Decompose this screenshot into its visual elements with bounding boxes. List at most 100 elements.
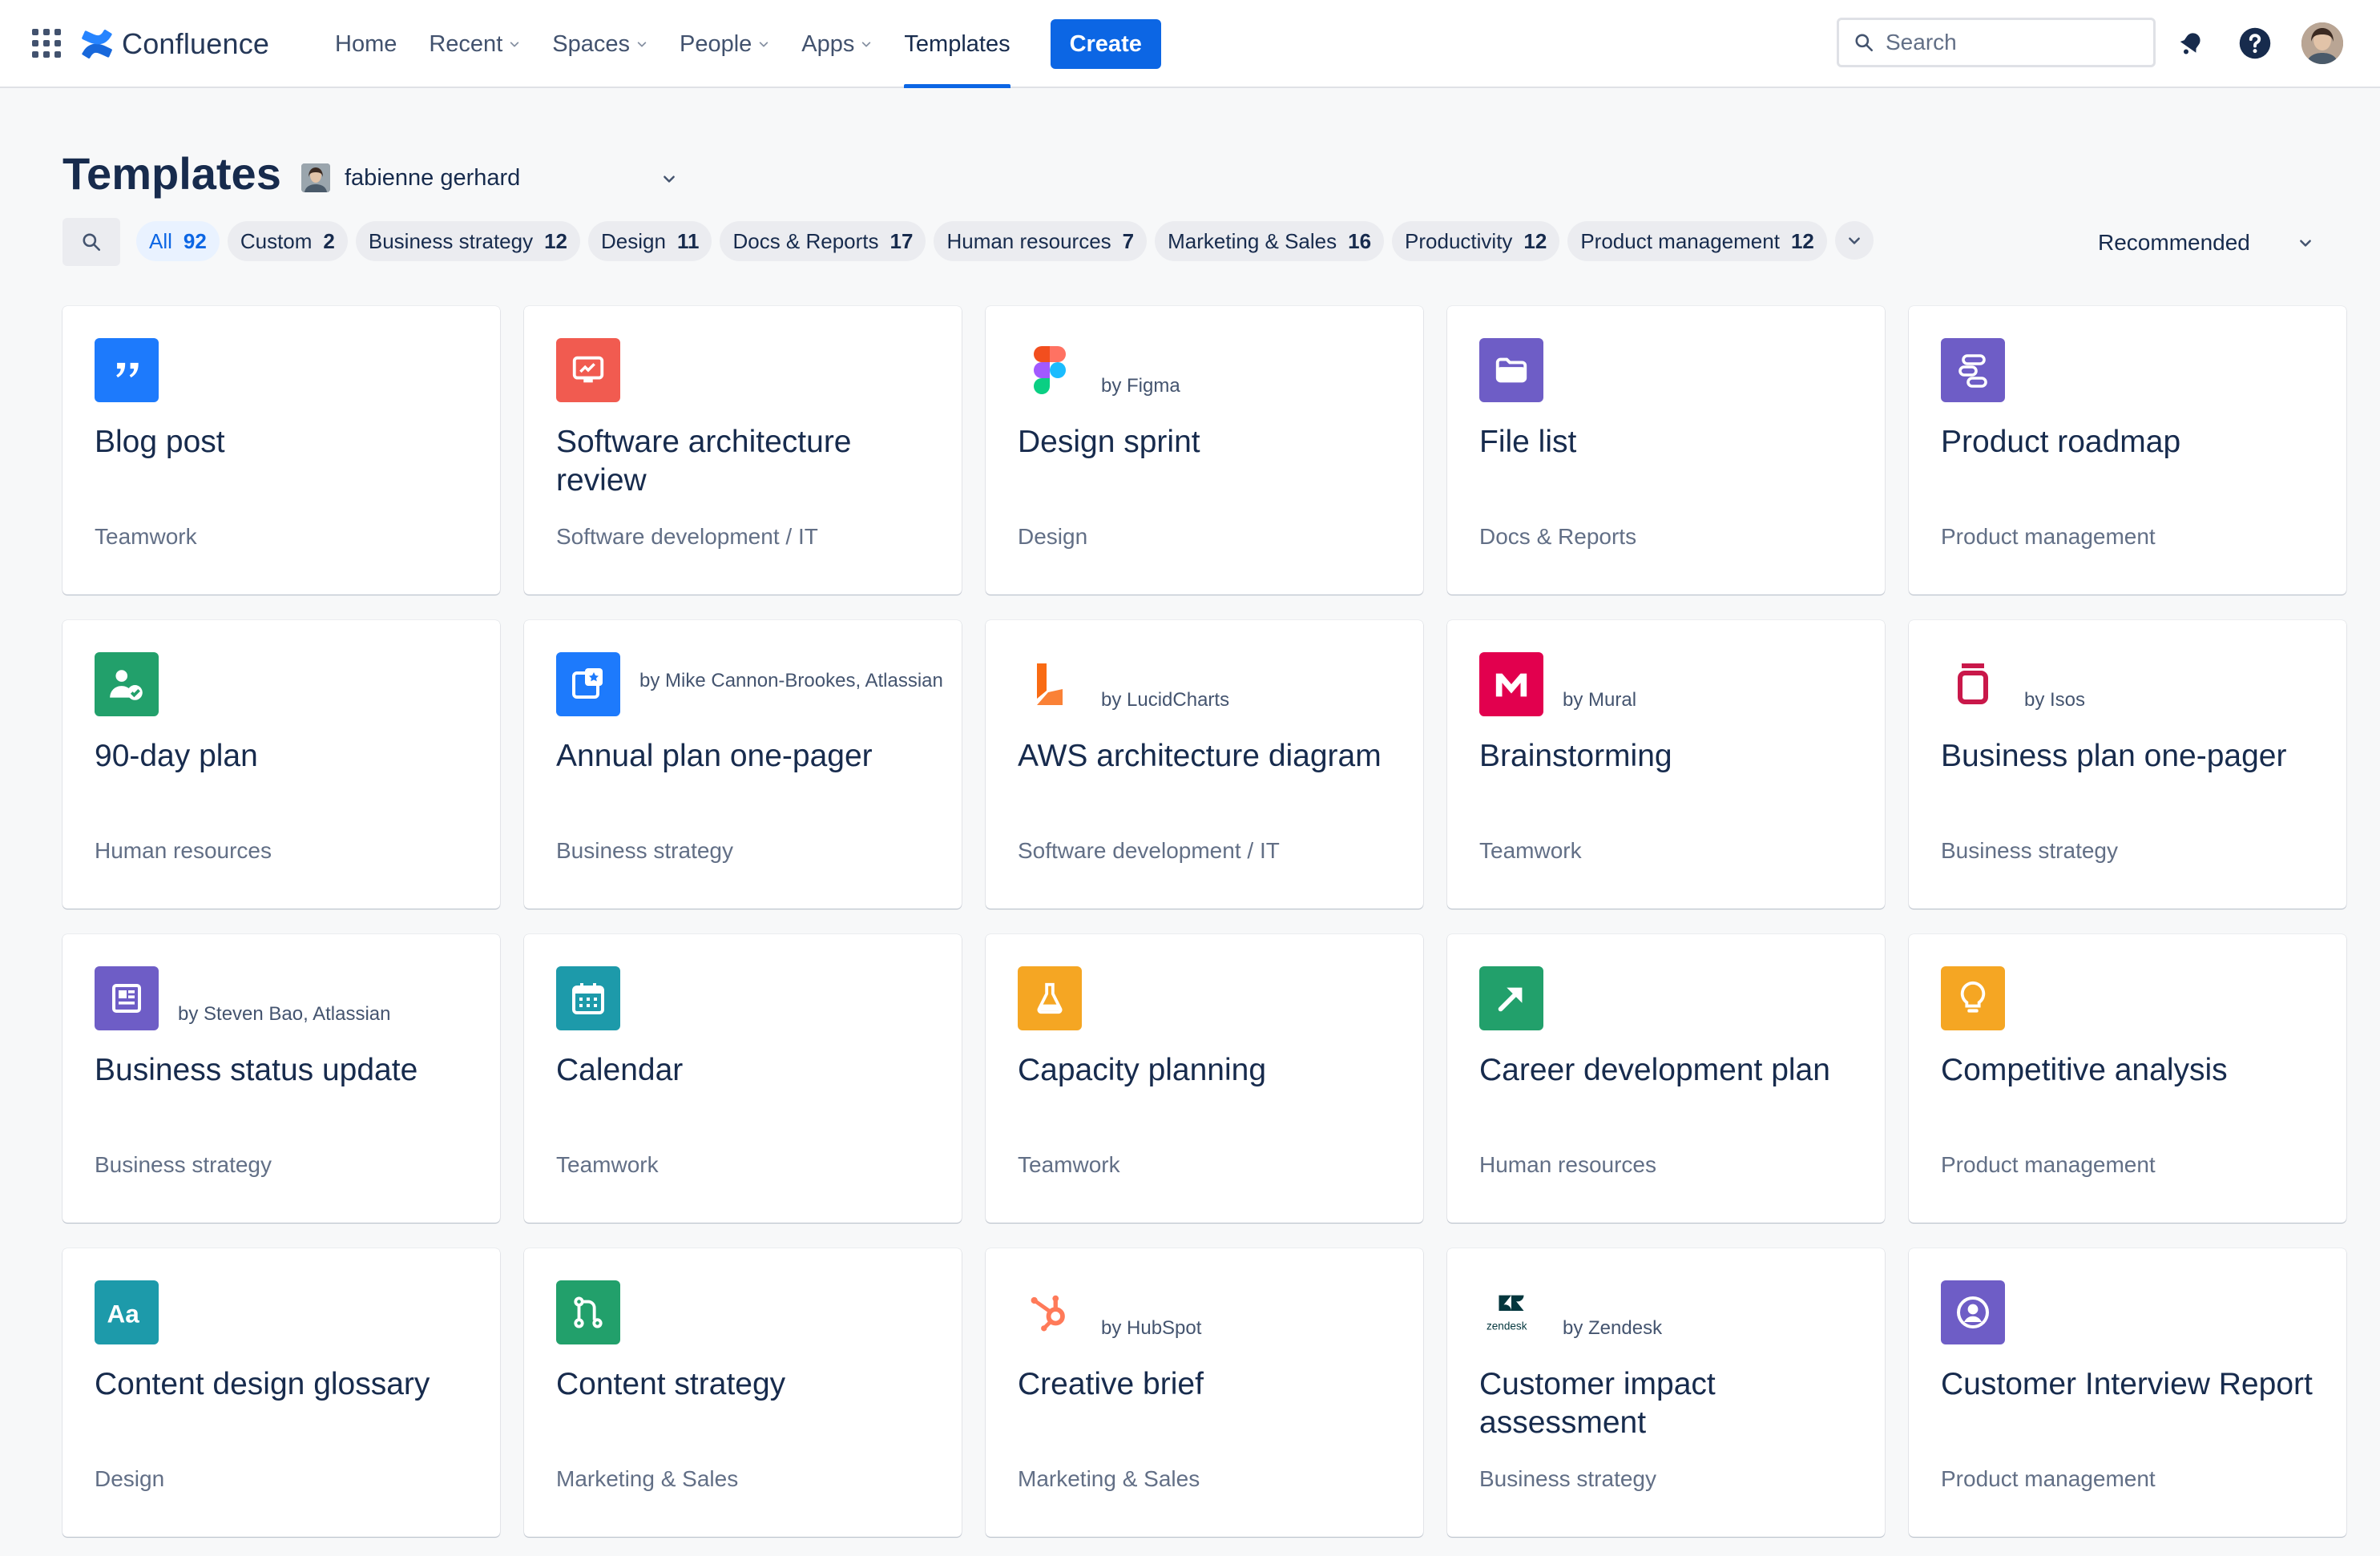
template-title: Software architecture review — [556, 425, 852, 498]
filter-search-button[interactable] — [63, 218, 120, 266]
chevron-down-icon — [760, 42, 768, 47]
template-title: Product roadmap — [1941, 425, 2181, 459]
person-check-icon — [95, 652, 159, 716]
chip-count: 12 — [544, 228, 568, 253]
chip-count: 7 — [1122, 228, 1135, 253]
chevron-down-icon — [637, 42, 647, 47]
template-byline: by Zendesk — [1563, 1317, 1663, 1339]
template-title: Customer Interview Report — [1941, 1367, 2313, 1401]
nav-item-people[interactable]: People — [664, 0, 785, 88]
template-card-business-status-update[interactable]: by Steven Bao, Atlassian Business status … — [63, 934, 500, 1223]
chip-count: 2 — [323, 228, 335, 253]
template-category: Teamwork — [1018, 1152, 1120, 1177]
space-selector[interactable]: fabienne gerhard — [301, 157, 686, 199]
chip-label: All — [149, 228, 172, 253]
template-card-customer-interview-report[interactable]: Customer Interview Report Product managem… — [1909, 1248, 2346, 1537]
template-title: File list — [1479, 425, 1577, 459]
template-card-content-strategy[interactable]: Content strategy Marketing & Sales — [524, 1248, 962, 1537]
typography-icon: Aa — [95, 1280, 159, 1344]
help-icon — [2239, 27, 2271, 59]
chevron-down-icon — [2300, 240, 2311, 247]
template-card-annual-plan-one-pager[interactable]: by Mike Cannon-Brookes, Atlassian Annual … — [524, 620, 962, 909]
more-filters-button[interactable] — [1834, 221, 1874, 260]
sort-label: Recommended — [2098, 230, 2250, 255]
sort-dropdown[interactable]: Recommended — [2098, 223, 2322, 263]
template-card-customer-impact-assessment[interactable]: zendesk by Zendesk Customer impact assessm… — [1447, 1248, 1885, 1537]
template-card-blog-post[interactable]: Blog post Teamwork — [63, 306, 500, 595]
filter-chip-human-resources[interactable]: Human resources 7 — [934, 221, 1148, 261]
template-card-software-architecture-review[interactable]: Software architecture review Software dev… — [524, 306, 962, 595]
template-category: Teamwork — [556, 1152, 659, 1177]
template-byline: by Steven Bao, Atlassian — [178, 1003, 391, 1025]
template-category: Teamwork — [95, 524, 197, 549]
nav-item-home[interactable]: Home — [319, 0, 413, 88]
search-input[interactable] — [1886, 30, 2142, 55]
chip-label: Productivity — [1405, 228, 1513, 253]
filter-chip-all[interactable]: All 92 — [136, 221, 220, 261]
search-icon — [83, 233, 101, 252]
chip-count: 12 — [1523, 228, 1547, 253]
template-card-file-list[interactable]: File list Docs & Reports — [1447, 306, 1885, 595]
app-switcher-icon[interactable] — [32, 29, 61, 58]
template-card-business-plan-one-pager[interactable]: by Isos Business plan one-pager Business s… — [1909, 620, 2346, 909]
chip-count: 16 — [1348, 228, 1372, 253]
zendesk-icon: zendesk — [1479, 1280, 1543, 1344]
filter-chip-marketing-sales[interactable]: Marketing & Sales 16 — [1155, 221, 1385, 261]
nav-item-recent[interactable]: Recent — [413, 0, 536, 88]
search-field[interactable] — [1837, 18, 2156, 67]
chevron-down-icon — [862, 42, 871, 47]
template-title: AWS architecture diagram — [1018, 739, 1382, 773]
confluence-logo-icon — [82, 29, 112, 59]
create-button[interactable]: Create — [1050, 19, 1161, 69]
newspaper-icon — [95, 966, 159, 1030]
template-category: Business strategy — [556, 838, 733, 863]
template-card-creative-brief[interactable]: by HubSpot Creative brief Marketing & Sale… — [986, 1248, 1423, 1537]
template-category: Design — [1018, 524, 1088, 549]
template-title: Business status update — [95, 1053, 418, 1087]
roadmap-icon — [1941, 338, 2005, 402]
template-grid: Blog post Teamwork Software architecture r… — [63, 306, 2349, 1537]
filter-chip-business-strategy[interactable]: Business strategy 12 — [355, 221, 581, 261]
template-card-90-day-plan[interactable]: 90-day plan Human resources — [63, 620, 500, 909]
template-card-calendar[interactable]: Calendar Teamwork — [524, 934, 962, 1223]
template-byline: by Isos — [2024, 689, 2086, 711]
space-owner-name: fabienne gerhard — [345, 164, 521, 191]
notifications-button[interactable] — [2172, 24, 2210, 62]
template-byline: by Figma — [1101, 375, 1180, 397]
template-card-content-design-glossary[interactable]: Aa Content design glossary Design — [63, 1248, 500, 1537]
filter-chip-docs-reports[interactable]: Docs & Reports 17 — [720, 221, 926, 261]
template-byline: by HubSpot — [1101, 1317, 1202, 1339]
chip-count: 17 — [889, 228, 914, 253]
nav-item-templates[interactable]: Templates — [888, 0, 1026, 88]
filter-chip-design[interactable]: Design 11 — [588, 221, 712, 261]
template-title: Content strategy — [556, 1367, 786, 1401]
template-card-aws-architecture-diagram[interactable]: by LucidCharts AWS architecture diagram So… — [986, 620, 1423, 909]
template-card-competitive-analysis[interactable]: Competitive analysis Product management — [1909, 934, 2346, 1223]
nav-item-label: Templates — [904, 30, 1010, 57]
template-card-capacity-planning[interactable]: Capacity planning Teamwork — [986, 934, 1423, 1223]
nav-item-spaces[interactable]: Spaces — [536, 0, 664, 88]
template-card-product-roadmap[interactable]: Product roadmap Product management — [1909, 306, 2346, 595]
template-card-career-development-plan[interactable]: Career development plan Human resources — [1447, 934, 1885, 1223]
template-title: Annual plan one-pager — [556, 739, 873, 773]
chip-count: 12 — [1790, 228, 1814, 253]
calendar-icon — [556, 966, 620, 1030]
template-card-design-sprint[interactable]: by Figma Design sprint Design — [986, 306, 1423, 595]
confluence-logo[interactable]: Confluence — [80, 24, 269, 64]
filter-chip-custom[interactable]: Custom 2 — [227, 221, 348, 261]
chip-label: Human resources — [946, 228, 1111, 253]
template-card-brainstorming[interactable]: by Mural Brainstorming Teamwork — [1447, 620, 1885, 909]
isos-icon — [1941, 652, 2005, 716]
nav-item-label: Apps — [801, 30, 855, 57]
profile-avatar[interactable] — [2301, 22, 2343, 64]
flask-icon — [1018, 966, 1082, 1030]
branch-icon — [556, 1280, 620, 1344]
filter-chip-productivity[interactable]: Productivity 12 — [1392, 221, 1560, 261]
nav-item-apps[interactable]: Apps — [785, 0, 888, 88]
star-board-icon — [556, 652, 620, 716]
filter-chip-product-management[interactable]: Product management 12 — [1567, 221, 1827, 261]
help-button[interactable] — [2236, 24, 2274, 62]
template-title: Design sprint — [1018, 425, 1200, 459]
chip-count: 11 — [676, 228, 700, 253]
chip-label: Product management — [1580, 228, 1780, 253]
